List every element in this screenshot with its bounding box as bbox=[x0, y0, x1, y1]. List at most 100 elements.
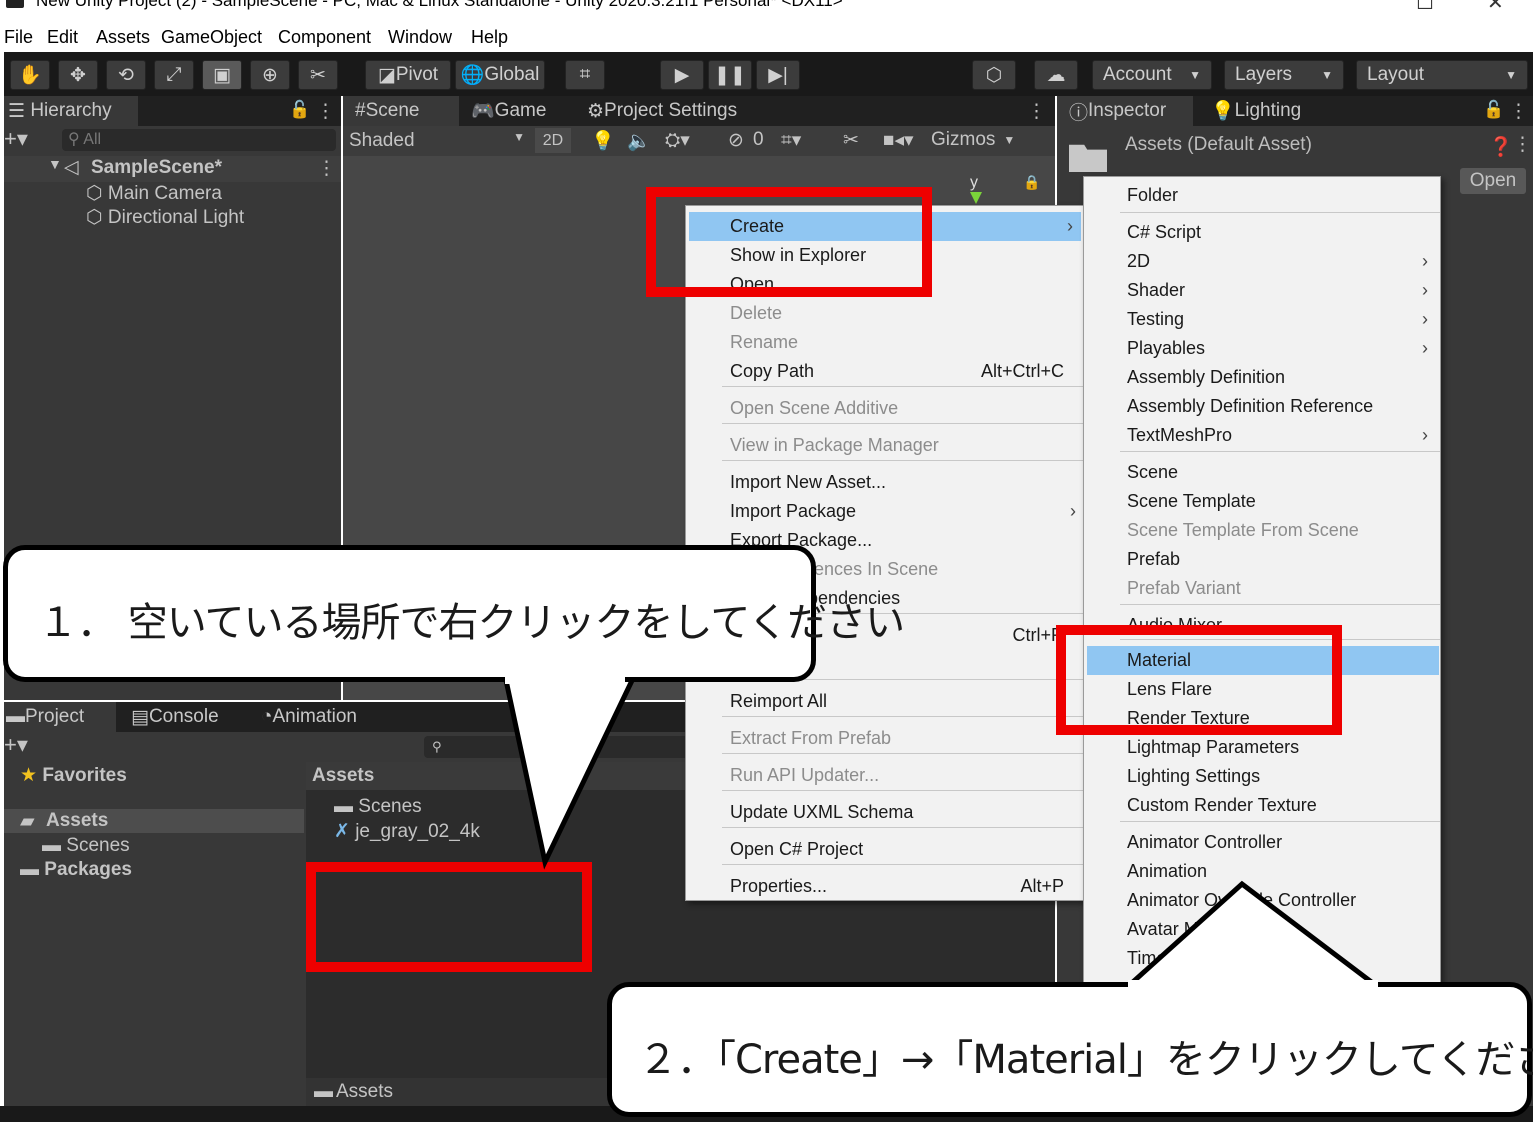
move-tool-icon[interactable]: ✥ bbox=[58, 60, 98, 90]
list-item[interactable]: ▬ Scenes bbox=[334, 796, 422, 818]
kebab-menu-icon[interactable]: ⋮ bbox=[317, 157, 336, 180]
submenu-item-custom-render-texture[interactable]: Custom Render Texture bbox=[1084, 791, 1440, 820]
grid-snap-icon[interactable]: ⌗ bbox=[565, 60, 605, 90]
tree-item-scenes[interactable]: ▬ Scenes bbox=[42, 835, 130, 857]
menu-item-view-in-package-manager[interactable]: View in Package Manager bbox=[686, 431, 1084, 460]
menu-file[interactable]: File bbox=[4, 27, 33, 48]
menu-item-reimport-all[interactable]: Reimport All bbox=[686, 687, 1084, 716]
list-item[interactable]: ✗ je_gray_02_4k bbox=[334, 820, 480, 843]
submenu-item-scene-template[interactable]: Scene Template bbox=[1084, 487, 1440, 516]
collab-icon[interactable]: ⬡ bbox=[972, 60, 1016, 90]
add-icon[interactable]: +▾ bbox=[4, 732, 28, 758]
menu-assets[interactable]: Assets bbox=[96, 27, 150, 48]
submenu-item-textmeshpro[interactable]: TextMeshPro › bbox=[1084, 421, 1440, 450]
global-toggle[interactable]: 🌐 Global bbox=[455, 60, 545, 90]
submenu-item-assembly-definition[interactable]: Assembly Definition bbox=[1084, 363, 1440, 392]
tab-console[interactable]: ▤ Console bbox=[131, 702, 251, 732]
chevron-down-icon[interactable]: ▼ bbox=[48, 156, 62, 172]
hierarchy-search-input[interactable]: ⚲ All bbox=[62, 129, 336, 151]
tree-item-assets[interactable]: ▰ Assets bbox=[4, 809, 304, 833]
menu-item-extract-from-prefab[interactable]: Extract From Prefab bbox=[686, 724, 1084, 753]
submenu-item-scene[interactable]: Scene bbox=[1084, 458, 1440, 487]
menu-help[interactable]: Help bbox=[471, 27, 508, 48]
tab-hierarchy[interactable]: ☰ Hierarchy bbox=[4, 96, 138, 126]
tools-icon[interactable]: ✂ bbox=[843, 129, 859, 152]
submenu-item-folder[interactable]: Folder bbox=[1084, 181, 1440, 210]
menu-edit[interactable]: Edit bbox=[47, 27, 78, 48]
menu-window[interactable]: Window bbox=[388, 27, 452, 48]
submenu-item-assembly-definition-reference[interactable]: Assembly Definition Reference bbox=[1084, 392, 1440, 421]
hidden-objects-icon[interactable]: ⊘ bbox=[728, 129, 744, 152]
account-dropdown[interactable]: Account ▼ bbox=[1092, 60, 1212, 90]
close-icon[interactable]: ✕ bbox=[1487, 0, 1504, 15]
submenu-item-lighting-settings[interactable]: Lighting Settings bbox=[1084, 762, 1440, 791]
gizmos-dropdown[interactable]: Gizmos ▼ bbox=[931, 129, 1015, 151]
2d-toggle[interactable]: 2D bbox=[535, 128, 571, 153]
lock-icon[interactable]: 🔓 bbox=[289, 100, 310, 120]
transform-tool-icon[interactable]: ⊕ bbox=[250, 60, 290, 90]
menu-item-properties[interactable]: Properties... Alt+P bbox=[686, 872, 1084, 901]
tree-item-packages[interactable]: ▬ Packages bbox=[20, 859, 132, 881]
open-button[interactable]: Open bbox=[1460, 168, 1526, 194]
submenu-item-animator-controller[interactable]: Animator Controller bbox=[1084, 828, 1440, 857]
rect-tool-icon[interactable]: ▣ bbox=[202, 60, 242, 90]
camera-icon[interactable]: ■◂▾ bbox=[883, 129, 914, 152]
tab-game[interactable]: 🎮 Game bbox=[471, 96, 571, 126]
menu-item-update-uxml-schema[interactable]: Update UXML Schema bbox=[686, 798, 1084, 827]
scale-tool-icon[interactable]: ⤢ bbox=[154, 60, 194, 90]
menu-item-open-c-project[interactable]: Open C# Project bbox=[686, 835, 1084, 864]
tree-item-favorites[interactable]: ★ Favorites bbox=[20, 764, 127, 787]
step-button[interactable]: ▶| bbox=[756, 60, 800, 90]
submenu-item-prefab-variant[interactable]: Prefab Variant bbox=[1084, 574, 1440, 603]
list-item[interactable]: ⬡ Directional Light bbox=[86, 206, 244, 229]
help-icon[interactable]: ❓ bbox=[1489, 135, 1513, 159]
submenu-item-prefab[interactable]: Prefab bbox=[1084, 545, 1440, 574]
tab-scene[interactable]: # Scene bbox=[343, 96, 459, 126]
lock-icon[interactable]: 🔒 bbox=[1023, 174, 1040, 191]
kebab-menu-icon[interactable]: ⋮ bbox=[1513, 133, 1532, 156]
menu-item-delete[interactable]: Delete bbox=[686, 299, 1084, 328]
tab-project[interactable]: ▬ Project bbox=[4, 702, 116, 732]
tab-lighting[interactable]: 💡 Lighting bbox=[1211, 96, 1331, 126]
grid-icon[interactable]: ⌗▾ bbox=[781, 129, 801, 152]
menu-component[interactable]: Component bbox=[278, 27, 371, 48]
submenu-item-playables[interactable]: Playables › bbox=[1084, 334, 1440, 363]
menu-item-import-new-asset[interactable]: Import New Asset... bbox=[686, 468, 1084, 497]
list-item[interactable]: ⬡ Main Camera bbox=[86, 182, 222, 205]
tab-project-settings[interactable]: ⚙ Project Settings bbox=[587, 96, 787, 126]
submenu-item-2d[interactable]: 2D › bbox=[1084, 247, 1440, 276]
rotate-tool-icon[interactable]: ⟲ bbox=[106, 60, 146, 90]
axis-gizmo-icon[interactable] bbox=[970, 192, 982, 204]
submenu-item-shader[interactable]: Shader › bbox=[1084, 276, 1440, 305]
submenu-item-lightmap-parameters[interactable]: Lightmap Parameters bbox=[1084, 733, 1440, 762]
menu-item-rename[interactable]: Rename bbox=[686, 328, 1084, 357]
submenu-item-scene-template-from-scene[interactable]: Scene Template From Scene bbox=[1084, 516, 1440, 545]
menu-item-import-package[interactable]: Import Package › bbox=[686, 497, 1084, 526]
pause-button[interactable]: ❚❚ bbox=[708, 60, 752, 90]
play-button[interactable]: ▶ bbox=[660, 60, 704, 90]
kebab-menu-icon[interactable]: ⋮ bbox=[316, 100, 335, 123]
hand-tool-icon[interactable]: ✋ bbox=[10, 60, 50, 90]
pivot-toggle[interactable]: ◪ Pivot bbox=[365, 60, 451, 90]
add-icon[interactable]: +▾ bbox=[4, 126, 28, 152]
menu-gameobject[interactable]: GameObject bbox=[161, 27, 262, 48]
tab-animation[interactable]: ◔ Animation bbox=[261, 702, 401, 732]
layers-dropdown[interactable]: Layers ▼ bbox=[1224, 60, 1344, 90]
audio-icon[interactable]: 🔈 bbox=[627, 129, 651, 153]
custom-tool-icon[interactable]: ✂ bbox=[298, 60, 338, 90]
layout-dropdown[interactable]: Layout ▼ bbox=[1356, 60, 1528, 90]
menu-item-open-scene-additive[interactable]: Open Scene Additive bbox=[686, 394, 1084, 423]
lightbulb-icon[interactable]: 💡 bbox=[591, 129, 615, 153]
shading-mode-dropdown[interactable]: Shaded ▼ bbox=[349, 130, 525, 152]
submenu-item-c-script[interactable]: C# Script bbox=[1084, 218, 1440, 247]
kebab-menu-icon[interactable]: ⋮ bbox=[1027, 100, 1046, 123]
scene-row[interactable]: ▼ ◁ SampleScene* ⋮ bbox=[4, 156, 341, 182]
menu-item-run-api-updater[interactable]: Run API Updater... bbox=[686, 761, 1084, 790]
cloud-icon[interactable]: ☁ bbox=[1034, 60, 1078, 90]
tab-inspector[interactable]: ⓘ Inspector bbox=[1057, 96, 1193, 126]
kebab-menu-icon[interactable]: ⋮ bbox=[1509, 100, 1528, 123]
maximize-icon[interactable]: ☐ bbox=[1416, 0, 1434, 15]
submenu-item-testing[interactable]: Testing › bbox=[1084, 305, 1440, 334]
menu-item-copy-path[interactable]: Copy Path Alt+Ctrl+C bbox=[686, 357, 1084, 386]
effects-icon[interactable]: ⛭▾ bbox=[665, 129, 690, 152]
